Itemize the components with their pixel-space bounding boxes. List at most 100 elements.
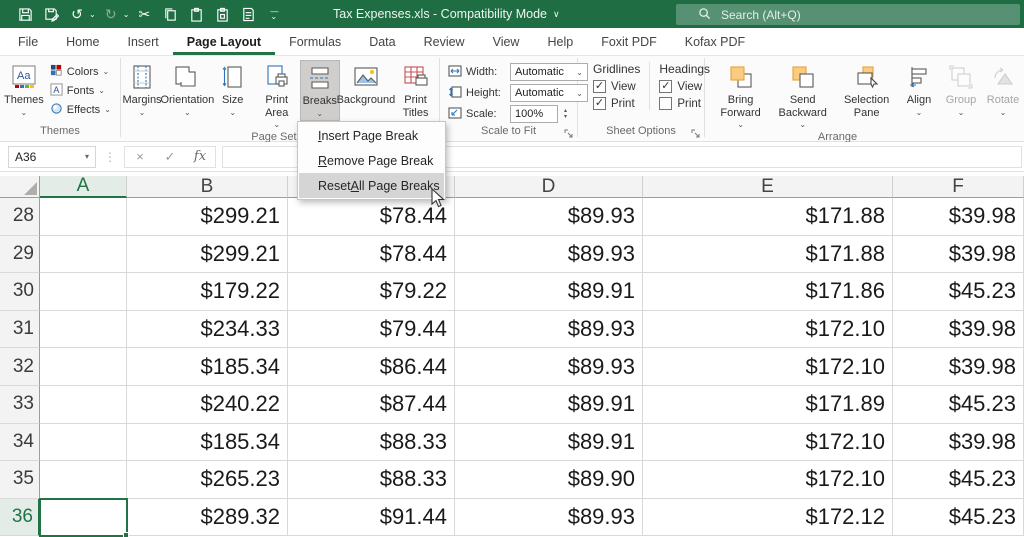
row-header-32[interactable]: 32 <box>0 348 40 386</box>
cell-C32[interactable]: $86.44 <box>288 348 455 386</box>
themes-button[interactable]: Aa Themes ⌄ <box>0 60 48 119</box>
breaks-button[interactable]: Breaks ⌄ <box>299 60 340 121</box>
formula-bar-handle[interactable]: ⋮ <box>96 150 124 164</box>
column-header-b[interactable]: B <box>127 176 288 198</box>
gridlines-print-checkbox[interactable]: ✓ Print <box>593 97 640 110</box>
paste-values-icon[interactable] <box>211 4 233 24</box>
cell-B36[interactable]: $289.32 <box>127 498 288 537</box>
cell-F36[interactable]: $45.23 <box>893 498 1024 537</box>
cell-E31[interactable]: $172.10 <box>643 310 893 349</box>
name-box[interactable]: A36 ▾ <box>8 145 96 168</box>
cell-C31[interactable]: $79.44 <box>288 310 455 349</box>
sheet-options-dialog-launcher-icon[interactable] <box>690 129 701 140</box>
orientation-button[interactable]: Orientation ⌄ <box>160 60 214 119</box>
name-box-dropdown-icon[interactable]: ▾ <box>85 152 89 161</box>
cancel-icon[interactable]: × <box>125 149 155 164</box>
cell-B30[interactable]: $179.22 <box>127 273 288 311</box>
cell-B33[interactable]: $240.22 <box>127 385 288 424</box>
margins-button[interactable]: Margins ⌄ <box>121 60 163 119</box>
column-header-e[interactable]: E <box>643 176 893 198</box>
cell-F31[interactable]: $39.98 <box>893 310 1024 349</box>
cell-A31[interactable] <box>40 310 127 349</box>
cell-D32[interactable]: $89.93 <box>455 348 643 386</box>
cell-D28[interactable]: $89.93 <box>455 198 643 236</box>
menu-item-reset-all-page-breaks[interactable]: Reset All Page Breaks <box>299 173 444 198</box>
tab-page-layout[interactable]: Page Layout <box>172 30 276 55</box>
cell-C33[interactable]: $87.44 <box>288 385 455 424</box>
cell-A35[interactable] <box>40 461 127 499</box>
customize-quick-access-toolbar-icon[interactable]: — ⌄ <box>263 4 285 24</box>
headings-print-checkbox[interactable]: Print <box>659 97 710 110</box>
cell-F32[interactable]: $39.98 <box>893 348 1024 386</box>
cell-C30[interactable]: $79.22 <box>288 273 455 311</box>
cell-C34[interactable]: $88.33 <box>288 423 455 462</box>
gridlines-view-checkbox[interactable]: ✓ View <box>593 80 640 93</box>
cell-F29[interactable]: $39.98 <box>893 235 1024 274</box>
theme-effects-button[interactable]: Effects ⌄ <box>48 100 113 119</box>
cell-B28[interactable]: $299.21 <box>127 198 288 236</box>
cell-A33[interactable] <box>40 385 127 424</box>
background-button[interactable]: Background <box>337 60 395 109</box>
cell-B31[interactable]: $234.33 <box>127 310 288 349</box>
save-as-icon[interactable] <box>40 4 62 24</box>
title-dropdown-icon[interactable]: ∨ <box>553 9 560 20</box>
cell-F33[interactable]: $45.23 <box>893 385 1024 424</box>
size-button[interactable]: Size ⌄ <box>212 60 254 119</box>
bring-forward-button[interactable]: Bring Forward ⌄ <box>711 60 770 131</box>
scale-to-fit-dialog-launcher-icon[interactable] <box>563 129 574 140</box>
cell-F34[interactable]: $39.98 <box>893 423 1024 462</box>
save-icon[interactable] <box>14 4 36 24</box>
column-header-d[interactable]: D <box>455 176 643 198</box>
cell-A34[interactable] <box>40 423 127 462</box>
quick-print-icon[interactable] <box>237 4 259 24</box>
print-area-button[interactable]: Print Area ⌄ <box>254 60 300 131</box>
row-header-36[interactable]: 36 <box>0 498 40 537</box>
cell-D35[interactable]: $89.90 <box>455 461 643 499</box>
cell-E30[interactable]: $171.86 <box>643 273 893 311</box>
cell-D31[interactable]: $89.93 <box>455 310 643 349</box>
print-titles-button[interactable]: Print Titles <box>392 60 439 121</box>
cell-C29[interactable]: $78.44 <box>288 235 455 274</box>
column-header-f[interactable]: F <box>893 176 1024 198</box>
cell-D36[interactable]: $89.93 <box>455 498 643 537</box>
cell-A28[interactable] <box>40 198 127 236</box>
row-header-30[interactable]: 30 <box>0 273 40 311</box>
select-all-button[interactable] <box>0 176 40 198</box>
cell-A29[interactable] <box>40 235 127 274</box>
cell-E33[interactable]: $171.89 <box>643 385 893 424</box>
cell-F35[interactable]: $45.23 <box>893 461 1024 499</box>
tab-home[interactable]: Home <box>52 30 113 55</box>
cell-C35[interactable]: $88.33 <box>288 461 455 499</box>
cell-E34[interactable]: $172.10 <box>643 423 893 462</box>
cell-A32[interactable] <box>40 348 127 386</box>
tab-data[interactable]: Data <box>355 30 409 55</box>
cell-E36[interactable]: $172.12 <box>643 498 893 537</box>
cell-B35[interactable]: $265.23 <box>127 461 288 499</box>
column-header-a[interactable]: A <box>40 175 127 198</box>
cell-C36[interactable]: $91.44 <box>288 498 455 537</box>
cell-D29[interactable]: $89.93 <box>455 235 643 274</box>
search-box[interactable]: Search (Alt+Q) <box>676 4 1020 25</box>
tab-insert[interactable]: Insert <box>114 30 173 55</box>
cell-B34[interactable]: $185.34 <box>127 423 288 462</box>
spinner-arrows-icon[interactable]: ▴ ▾ <box>564 108 567 120</box>
send-backward-button[interactable]: Send Backward ⌄ <box>770 60 835 131</box>
row-header-33[interactable]: 33 <box>0 385 40 424</box>
cell-A36[interactable] <box>40 498 127 537</box>
undo-dropdown-icon[interactable]: ⌄ <box>89 10 96 19</box>
cell-E35[interactable]: $172.10 <box>643 461 893 499</box>
menu-item-insert-page-break[interactable]: Insert Page Break <box>299 123 444 148</box>
paste-icon[interactable] <box>185 4 207 24</box>
insert-function-icon[interactable]: fx <box>185 149 215 164</box>
tab-help[interactable]: Help <box>533 30 587 55</box>
enter-icon[interactable]: ✓ <box>155 149 185 165</box>
tab-review[interactable]: Review <box>410 30 479 55</box>
cell-F28[interactable]: $39.98 <box>893 198 1024 236</box>
cell-E29[interactable]: $171.88 <box>643 235 893 274</box>
tab-foxit-pdf[interactable]: Foxit PDF <box>587 30 671 55</box>
scale-spinner[interactable]: 100% <box>510 105 558 123</box>
selection-pane-button[interactable]: Selection Pane <box>835 60 898 121</box>
height-combo[interactable]: Automatic ⌄ <box>510 84 588 102</box>
tab-view[interactable]: View <box>479 30 534 55</box>
headings-view-checkbox[interactable]: ✓ View <box>659 80 710 93</box>
